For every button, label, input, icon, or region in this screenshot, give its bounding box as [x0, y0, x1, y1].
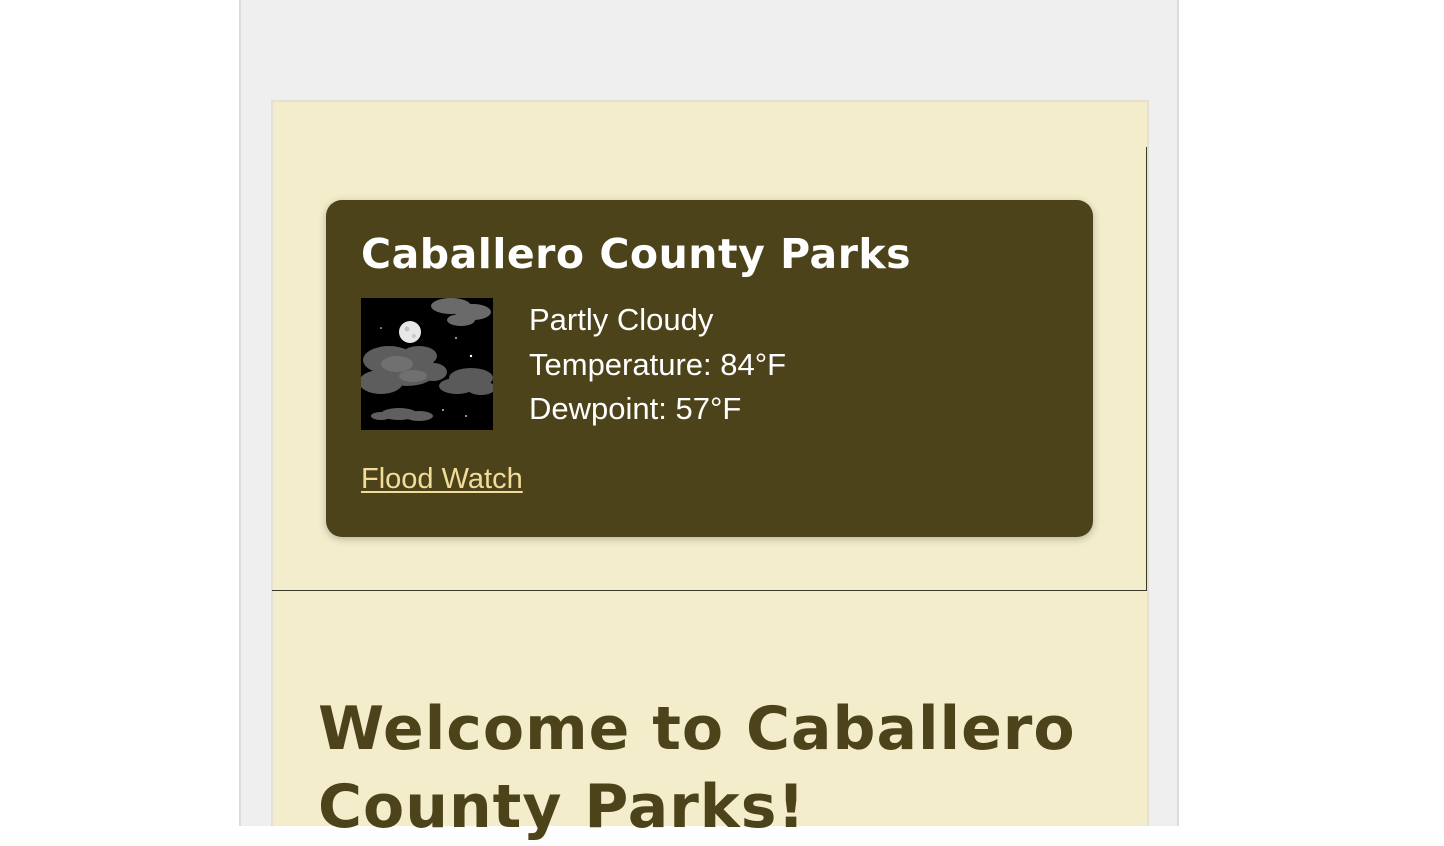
weather-conditions: Partly Cloudy Temperature: 84°F Dewpoint…: [529, 298, 786, 432]
dewpoint-text: Dewpoint: 57°F: [529, 391, 742, 426]
welcome-heading: Welcome to Caballero County Parks!: [318, 694, 1076, 842]
temperature-text: Temperature: 84°F: [529, 346, 787, 382]
flood-watch-link[interactable]: Flood Watch: [361, 463, 523, 496]
weather-condition-text: Partly Cloudy: [529, 302, 714, 337]
night-partly-cloudy-icon: [361, 298, 493, 430]
site-title: Caballero County Parks: [361, 230, 912, 278]
weather-card: Caballero County Parks Partly Cloudy Tem…: [326, 200, 1093, 537]
